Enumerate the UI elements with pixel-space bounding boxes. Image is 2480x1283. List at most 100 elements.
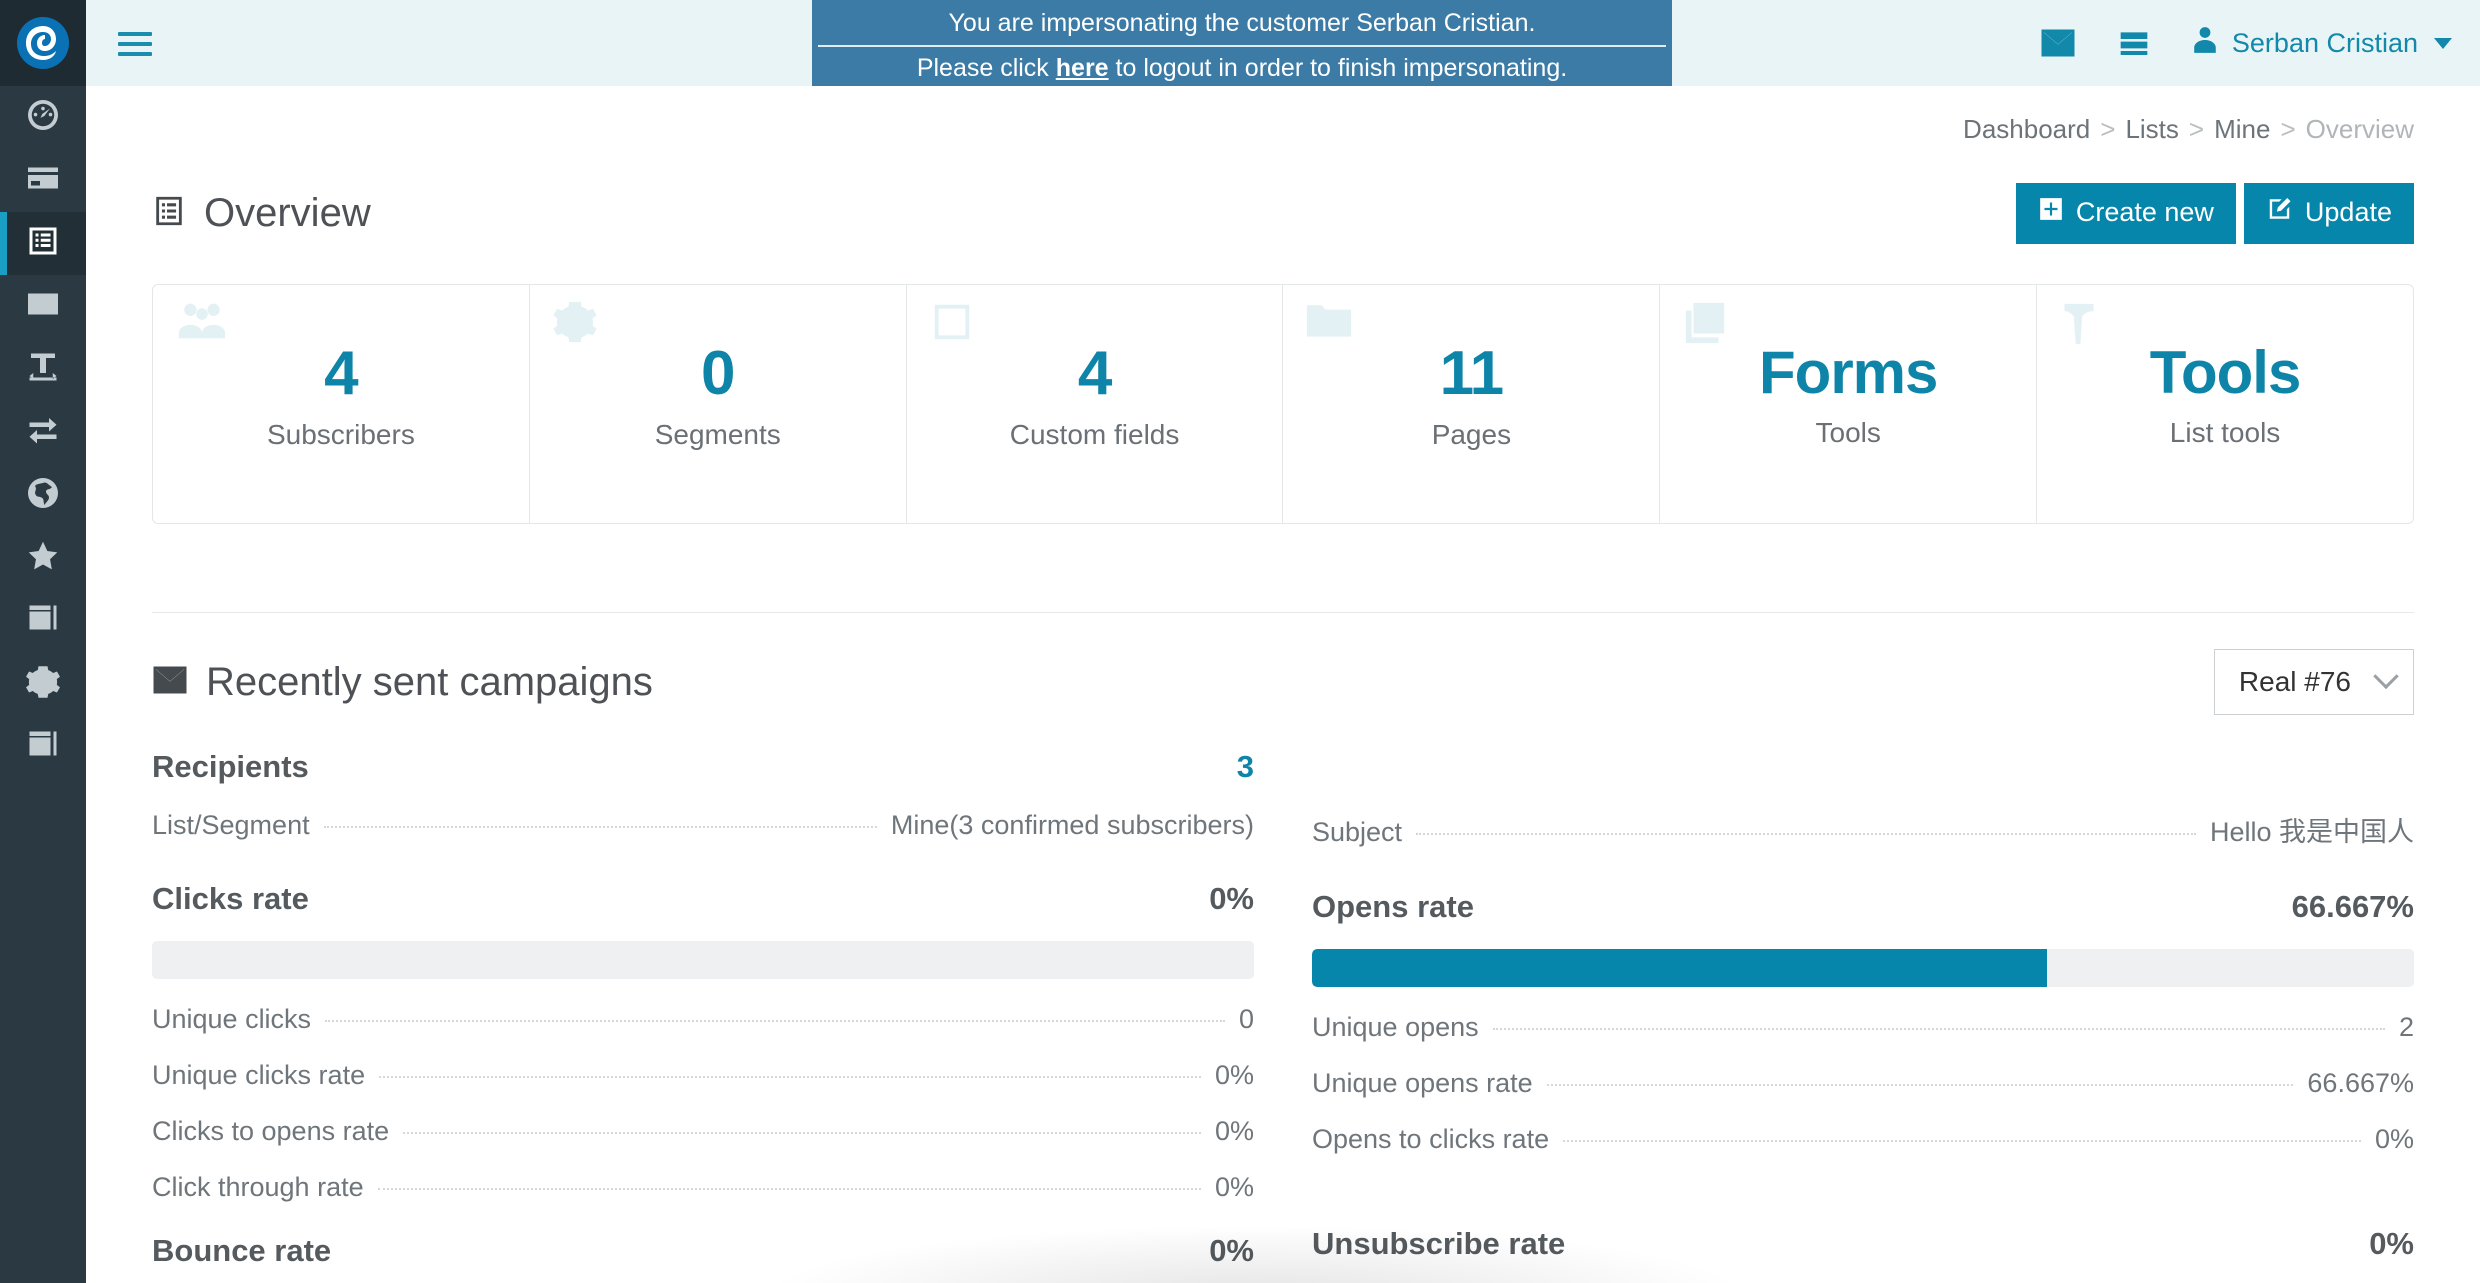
impersonation-line-2: Please click here to logout in order to … bbox=[812, 56, 1672, 81]
sidebar bbox=[0, 0, 86, 1283]
chevron-down-icon bbox=[2373, 664, 2398, 689]
stat-card-list-tools[interactable]: Tools List tools bbox=[2037, 285, 2413, 523]
dotted-fill bbox=[324, 826, 877, 828]
breadcrumb-item-lists[interactable]: Lists bbox=[2125, 114, 2178, 144]
subject-label: Subject bbox=[1312, 817, 1402, 848]
window-icon bbox=[25, 727, 61, 768]
opens-rate-label: Opens rate bbox=[1312, 889, 1474, 925]
user-menu[interactable]: Serban Cristian bbox=[2192, 26, 2452, 61]
envelope-icon bbox=[25, 286, 61, 327]
breadcrumb-current: Overview bbox=[2306, 114, 2414, 144]
opens-rate-progress-fill bbox=[1312, 949, 2047, 987]
stat-card-custom-fields[interactable]: 4 Custom fields bbox=[907, 285, 1284, 523]
impersonation-banner: You are impersonating the customer Serba… bbox=[812, 0, 1672, 86]
server-icon[interactable] bbox=[2118, 27, 2150, 59]
sidebar-item-lists[interactable] bbox=[0, 212, 86, 275]
sidebar-item-extra[interactable] bbox=[0, 716, 86, 779]
create-new-button[interactable]: Create new bbox=[2016, 183, 2236, 244]
sidebar-item-templates[interactable] bbox=[0, 338, 86, 401]
logout-impersonation-link[interactable]: here bbox=[1056, 54, 1109, 82]
app-logo[interactable] bbox=[0, 0, 86, 86]
page-actions: Create new Update bbox=[2016, 183, 2414, 244]
update-label: Update bbox=[2305, 197, 2392, 228]
sidebar-item-delivery-servers[interactable] bbox=[0, 401, 86, 464]
campaign-select[interactable]: Real #76 bbox=[2214, 649, 2414, 715]
sidebar-item-campaigns[interactable] bbox=[0, 275, 86, 338]
users-icon bbox=[175, 299, 229, 348]
campaign-select-value: Real #76 bbox=[2239, 666, 2351, 698]
breadcrumb-item-dashboard[interactable]: Dashboard bbox=[1963, 114, 2090, 144]
row-value: 0% bbox=[1215, 1172, 1254, 1203]
row-value: 2 bbox=[2399, 1012, 2414, 1043]
stat-card-pages[interactable]: 11 Pages bbox=[1283, 285, 1660, 523]
stat-label: List tools bbox=[2170, 417, 2281, 449]
list-segment-label: List/Segment bbox=[152, 810, 310, 841]
page-header: Overview Create new Update bbox=[152, 183, 2414, 244]
exchange-icon bbox=[25, 412, 61, 453]
stat-card-segments[interactable]: 0 Segments bbox=[530, 285, 907, 523]
update-button[interactable]: Update bbox=[2244, 183, 2414, 244]
impersonation-text-after: to logout in order to finish impersonati… bbox=[1109, 54, 1568, 82]
stat-value: Forms bbox=[1759, 343, 1937, 403]
unique-clicks-rate-row: Unique clicks rate 0% bbox=[152, 1060, 1254, 1091]
stat-card-forms[interactable]: Forms Tools bbox=[1660, 285, 2037, 523]
breadcrumb-separator: > bbox=[2280, 114, 2295, 144]
unique-opens-rate-row: Unique opens rate 66.667% bbox=[1312, 1068, 2414, 1099]
stat-value: 4 bbox=[324, 343, 357, 405]
breadcrumb-item-mine[interactable]: Mine bbox=[2214, 114, 2270, 144]
sidebar-item-settings[interactable] bbox=[0, 653, 86, 716]
impersonation-text-before: Please click bbox=[917, 54, 1056, 82]
subject-row: Subject Hello 我是中国人 bbox=[1312, 810, 2414, 849]
sidebar-item-favorites[interactable] bbox=[0, 527, 86, 590]
stats-row: 4 Subscribers 0 Segments 4 Custom fields… bbox=[152, 284, 2414, 524]
envelope-icon bbox=[152, 665, 188, 700]
stat-label: Subscribers bbox=[267, 419, 415, 451]
dotted-fill bbox=[403, 1132, 1201, 1134]
dotted-fill bbox=[1563, 1140, 2361, 1142]
row-label: Unique clicks bbox=[152, 1004, 311, 1035]
stat-value: 11 bbox=[1440, 343, 1504, 405]
row-label: Unique clicks rate bbox=[152, 1060, 365, 1091]
clicks-to-opens-rate-row: Clicks to opens rate 0% bbox=[152, 1116, 1254, 1147]
dotted-fill bbox=[378, 1188, 1201, 1190]
window-icon bbox=[1682, 299, 1728, 350]
stat-label: Pages bbox=[1432, 419, 1511, 451]
list-icon bbox=[152, 194, 186, 233]
unsubscribe-rate-value: 0% bbox=[2369, 1226, 2414, 1262]
row-value: 0% bbox=[2375, 1124, 2414, 1155]
list-icon bbox=[929, 299, 975, 350]
sidebar-item-customers[interactable] bbox=[0, 149, 86, 212]
stat-value: 4 bbox=[1078, 343, 1111, 405]
credit-card-icon bbox=[25, 160, 61, 201]
row-value: 66.667% bbox=[2307, 1068, 2414, 1099]
dotted-fill bbox=[1493, 1028, 2385, 1030]
sidebar-item-domains[interactable] bbox=[0, 464, 86, 527]
row-value: 0% bbox=[1215, 1116, 1254, 1147]
globe-icon bbox=[25, 475, 61, 516]
campaign-stats-columns: Recipients 3 List/Segment Mine(3 confirm… bbox=[152, 749, 2414, 1269]
unique-opens-row: Unique opens 2 bbox=[1312, 1012, 2414, 1043]
sidebar-item-dashboard[interactable] bbox=[0, 86, 86, 149]
sidebar-item-pages[interactable] bbox=[0, 590, 86, 653]
row-label: Unique opens rate bbox=[1312, 1068, 1533, 1099]
opens-rate-value: 66.667% bbox=[2292, 889, 2414, 925]
click-through-rate-row: Click through rate 0% bbox=[152, 1172, 1254, 1203]
text-width-icon bbox=[25, 349, 61, 390]
messages-icon[interactable] bbox=[2040, 28, 2076, 58]
gear-icon bbox=[552, 299, 598, 350]
create-new-label: Create new bbox=[2076, 197, 2214, 228]
recipients-label: Recipients bbox=[152, 749, 309, 785]
row-label: Click through rate bbox=[152, 1172, 364, 1203]
row-label: Opens to clicks rate bbox=[1312, 1124, 1549, 1155]
hammer-icon bbox=[2059, 299, 2099, 350]
campaigns-title: Recently sent campaigns bbox=[152, 660, 653, 705]
gauge-icon bbox=[25, 97, 61, 138]
stat-label: Custom fields bbox=[1010, 419, 1180, 451]
stat-label: Tools bbox=[1816, 417, 1881, 449]
breadcrumb-separator: > bbox=[2189, 114, 2204, 144]
stat-card-subscribers[interactable]: 4 Subscribers bbox=[153, 285, 530, 523]
hamburger-menu-icon[interactable] bbox=[112, 27, 158, 61]
recipients-row: Recipients 3 bbox=[152, 749, 1254, 785]
list-segment-row: List/Segment Mine(3 confirmed subscriber… bbox=[152, 810, 1254, 841]
row-label: Clicks to opens rate bbox=[152, 1116, 389, 1147]
